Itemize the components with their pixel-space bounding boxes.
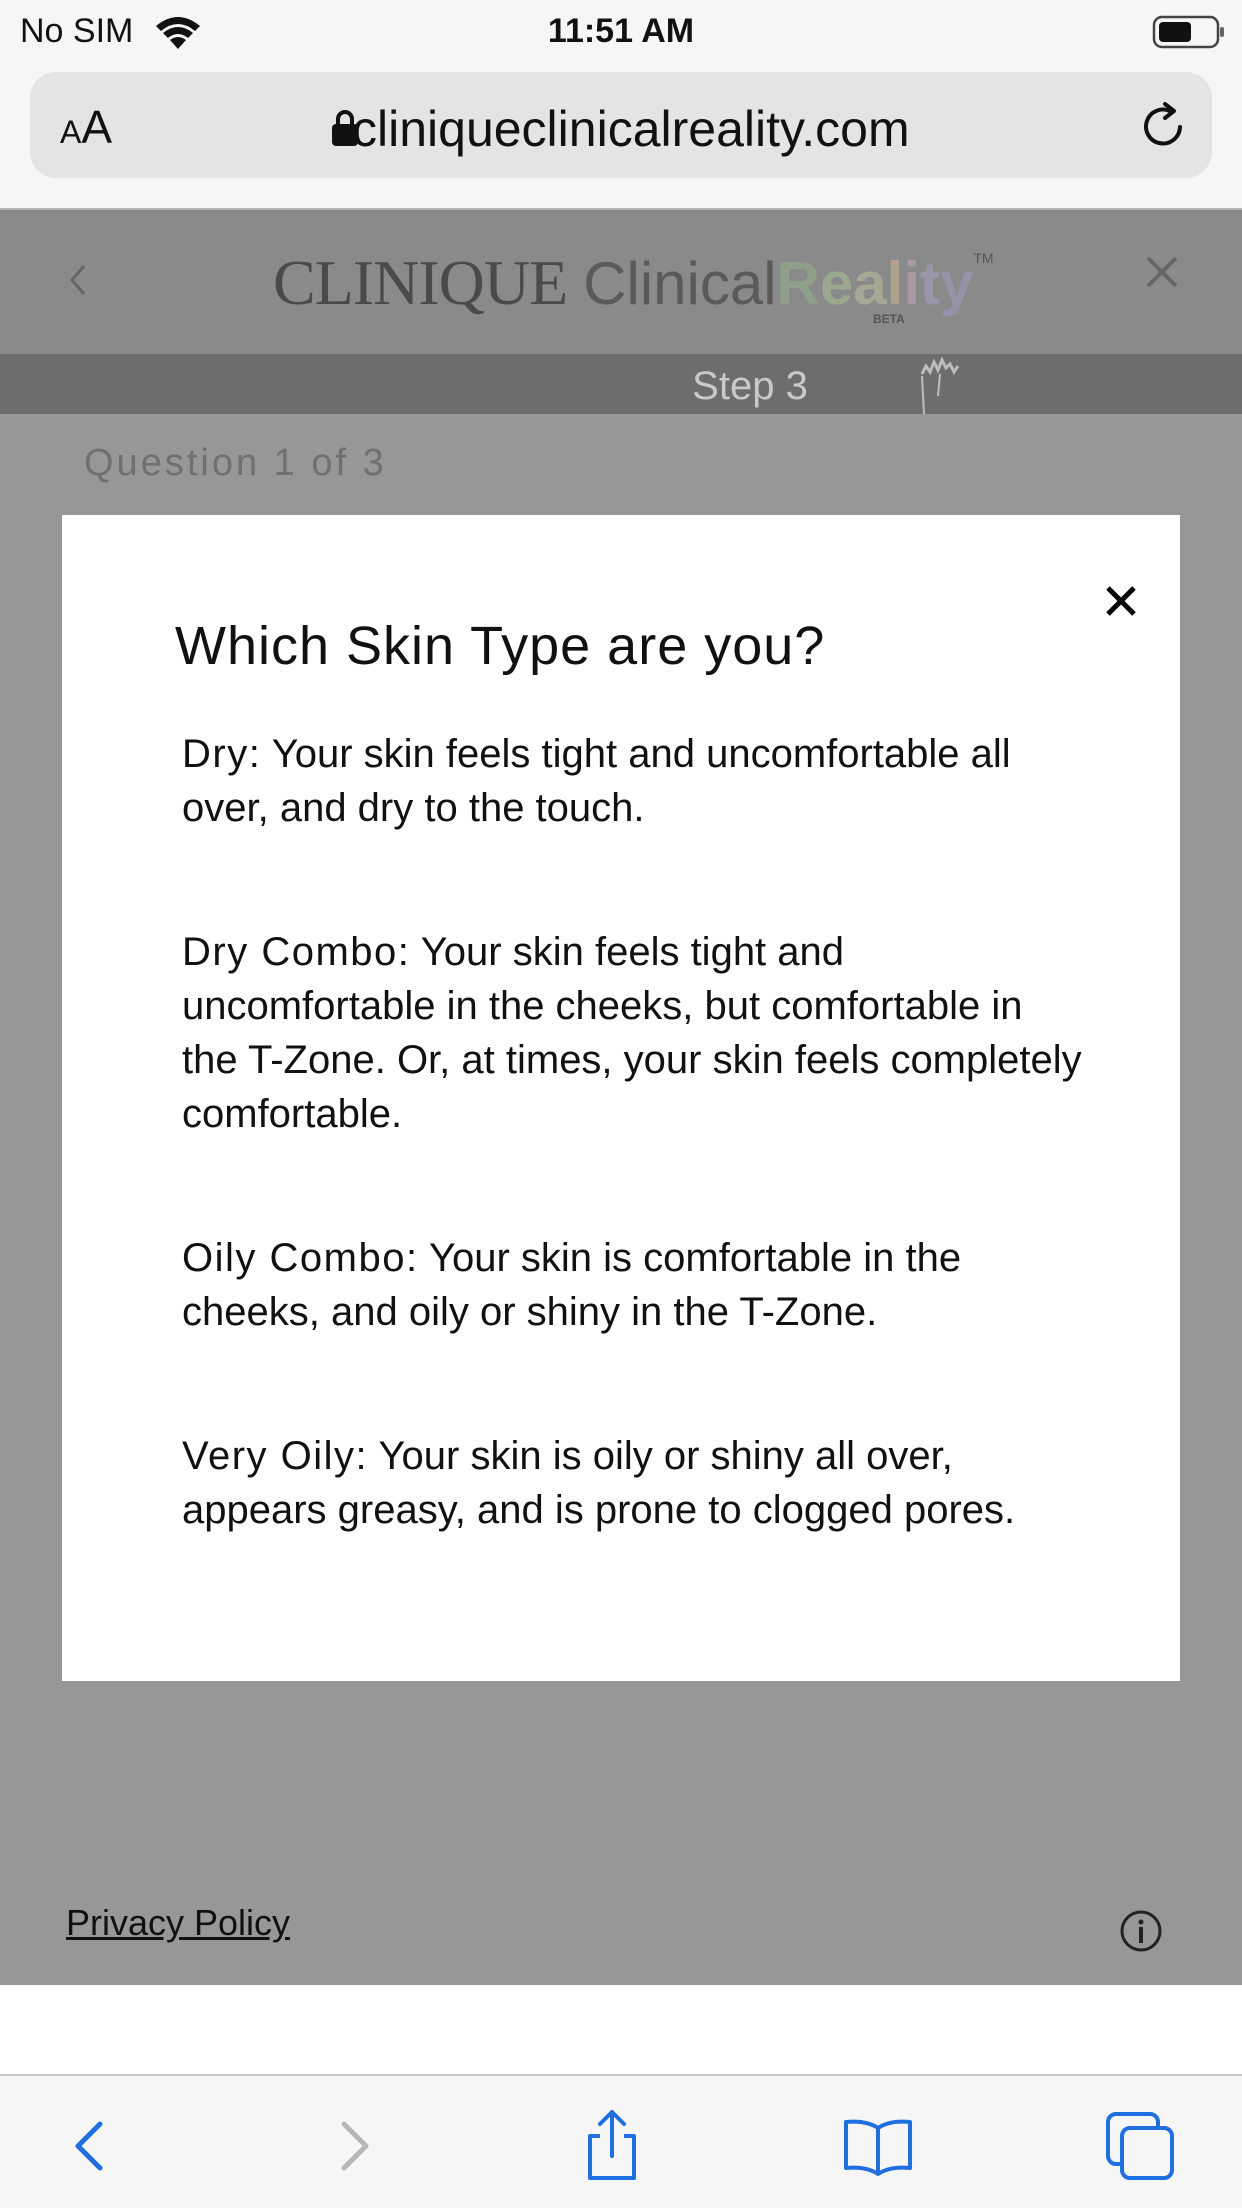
- logo-reality-letter: l: [886, 250, 904, 317]
- skin-type-modal: Which Skin Type are you? Dry: Your skin …: [62, 515, 1180, 1681]
- text-size-large-label: A: [81, 101, 113, 153]
- modal-title: Which Skin Type are you?: [175, 616, 826, 676]
- skin-type-term: Oily Combo:: [182, 1236, 419, 1280]
- step-label: Step 3: [692, 364, 808, 408]
- logo-reality: Reality: [777, 250, 974, 317]
- close-icon[interactable]: [1142, 252, 1182, 292]
- site-header: CLINIQUE ClinicalRealityTM BETA: [0, 210, 1242, 354]
- address-bar[interactable]: AA cliniqueclinicalreality.com: [30, 72, 1212, 178]
- skin-type-dry-combo: Dry Combo: Your skin feels tight and unc…: [182, 925, 1082, 1141]
- logo-clinical: Clinical: [583, 250, 777, 317]
- logo-reality-letter: y: [939, 250, 974, 317]
- tabs-icon[interactable]: [1100, 2106, 1180, 2186]
- skin-type-very-oily: Very Oily: Your skin is oily or shiny al…: [182, 1429, 1082, 1537]
- logo-reality-letter: a: [853, 250, 887, 317]
- browser-address-area: AA cliniqueclinicalreality.com: [0, 62, 1242, 210]
- status-time: 11:51 AM: [547, 12, 695, 50]
- skin-type-term: Very Oily:: [182, 1434, 369, 1478]
- text-size-button[interactable]: AA: [60, 100, 130, 153]
- skin-type-term: Dry Combo:: [182, 930, 411, 974]
- question-counter: Question 1 of 3: [84, 442, 387, 484]
- info-icon[interactable]: [1118, 1908, 1164, 1954]
- logo-reality-letter: e: [819, 250, 854, 317]
- close-icon[interactable]: [1098, 578, 1144, 624]
- forward-icon[interactable]: [312, 2106, 392, 2186]
- browser-toolbar: [0, 2074, 1242, 2208]
- back-icon[interactable]: [52, 2106, 132, 2186]
- skin-type-description: Your skin feels tight and uncomfortable …: [182, 732, 1011, 830]
- step-bar: Step 3: [0, 354, 1242, 414]
- logo-reality-letter: i: [903, 250, 920, 317]
- reload-icon[interactable]: [1136, 100, 1190, 154]
- back-icon[interactable]: [62, 250, 92, 310]
- bookmarks-icon[interactable]: [838, 2106, 918, 2186]
- share-icon[interactable]: [572, 2106, 652, 2186]
- logo-reality-letter: t: [919, 250, 940, 317]
- text-size-small-label: A: [60, 114, 82, 150]
- logo-trademark: TM: [973, 250, 994, 266]
- status-bar: No SIM 11:51 AM: [0, 0, 1242, 62]
- step-decoration-icon: [920, 356, 960, 414]
- battery-icon: [1152, 15, 1224, 49]
- skin-type-dry: Dry: Your skin feels tight and uncomfort…: [182, 727, 1082, 835]
- logo-beta: BETA: [873, 312, 905, 326]
- url-text[interactable]: cliniqueclinicalreality.com: [352, 100, 910, 158]
- privacy-policy-link[interactable]: Privacy Policy: [66, 1902, 290, 1944]
- logo-reality-letter: R: [776, 250, 820, 317]
- logo-brand: CLINIQUE: [273, 247, 568, 318]
- skin-type-oily-combo: Oily Combo: Your skin is comfortable in …: [182, 1231, 1082, 1339]
- skin-type-term: Dry:: [182, 732, 262, 776]
- clinique-logo: CLINIQUE ClinicalRealityTM BETA: [273, 246, 994, 336]
